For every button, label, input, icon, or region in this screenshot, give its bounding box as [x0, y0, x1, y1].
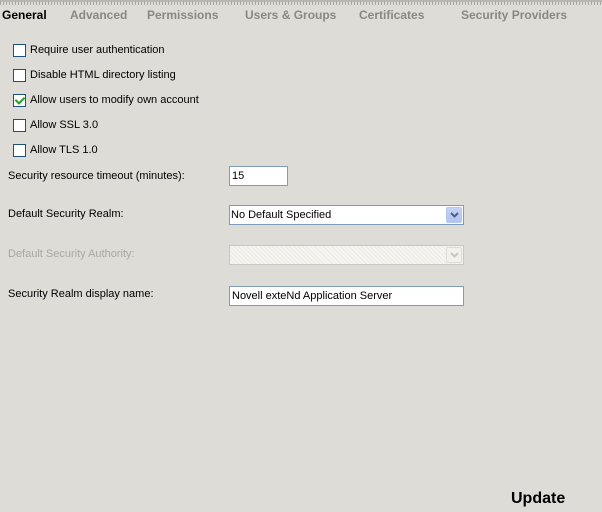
require-auth-checkbox[interactable] — [13, 43, 26, 57]
checkbox-row-require-auth[interactable]: Require user authentication — [13, 43, 165, 57]
modify-account-checkbox[interactable] — [13, 93, 26, 107]
ssl-checkbox[interactable] — [13, 118, 26, 132]
disable-listing-label: Disable HTML directory listing — [30, 69, 176, 81]
tab-users-groups[interactable]: Users & Groups — [245, 8, 336, 22]
checkbox-row-modify-account[interactable]: Allow users to modify own account — [13, 93, 199, 107]
ssl-label: Allow SSL 3.0 — [30, 119, 99, 131]
tab-certificates[interactable]: Certificates — [359, 8, 424, 22]
update-button[interactable]: Update — [511, 490, 565, 508]
tab-general[interactable]: General — [2, 8, 47, 22]
checkbox-row-disable-listing[interactable]: Disable HTML directory listing — [13, 68, 176, 82]
authority-label: Default Security Authority: — [8, 248, 135, 260]
tls-label: Allow TLS 1.0 — [30, 144, 98, 156]
disable-listing-checkbox[interactable] — [13, 68, 26, 82]
tab-bar: General Advanced Permissions Users & Gro… — [0, 0, 602, 26]
require-auth-label: Require user authentication — [30, 44, 165, 56]
timeout-input[interactable] — [229, 166, 288, 186]
tab-advanced[interactable]: Advanced — [70, 8, 127, 22]
chevron-down-icon — [446, 247, 462, 263]
realm-label: Default Security Realm: — [8, 208, 124, 220]
timeout-label: Security resource timeout (minutes): — [8, 170, 185, 182]
tab-bar-stripe — [0, 2, 602, 5]
modify-account-label: Allow users to modify own account — [30, 94, 199, 106]
checkbox-row-ssl[interactable]: Allow SSL 3.0 — [13, 118, 98, 132]
display-name-label: Security Realm display name: — [8, 288, 154, 300]
tab-security-providers[interactable]: Security Providers — [461, 8, 567, 22]
checkbox-row-tls[interactable]: Allow TLS 1.0 — [13, 143, 98, 157]
tab-permissions[interactable]: Permissions — [147, 8, 218, 22]
authority-select — [229, 245, 464, 265]
display-name-input[interactable] — [229, 286, 464, 306]
realm-select-value: No Default Specified — [231, 209, 332, 221]
tls-checkbox[interactable] — [13, 143, 26, 157]
realm-select[interactable]: No Default Specified — [229, 205, 464, 225]
chevron-down-icon[interactable] — [446, 207, 462, 223]
